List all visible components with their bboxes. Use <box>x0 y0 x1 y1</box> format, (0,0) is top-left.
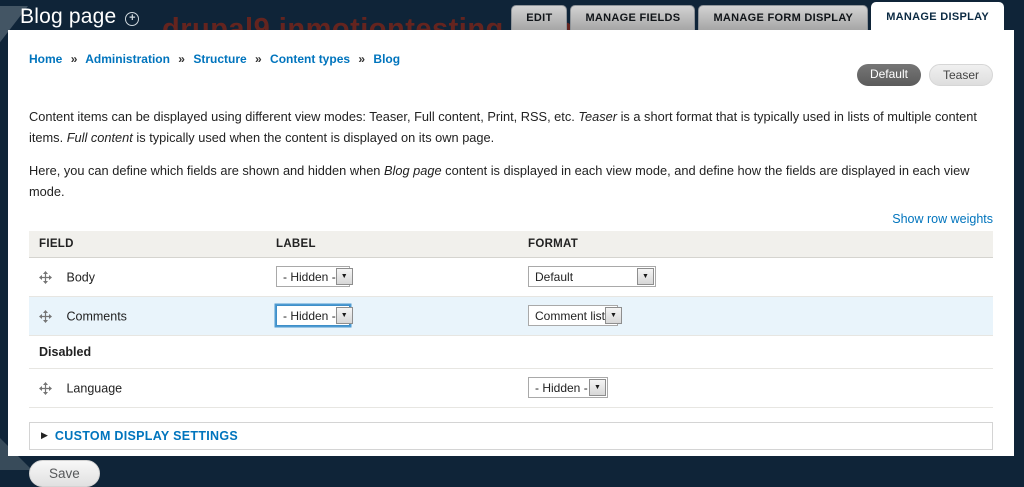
view-mode-teaser[interactable]: Teaser <box>928 64 993 86</box>
intro-text-italic: Blog page <box>383 163 442 179</box>
field-name: Comments <box>66 309 127 324</box>
breadcrumb-structure[interactable]: Structure <box>193 52 246 66</box>
column-header-format: FORMAT <box>528 231 993 258</box>
drag-handle-icon[interactable] <box>39 309 52 323</box>
view-mode-default[interactable]: Default <box>856 64 921 86</box>
intro-paragraph-1: Content items can be displayed using dif… <box>29 106 993 148</box>
table-row-disabled-section: Disabled <box>29 335 993 369</box>
page-title-text: Blog page <box>20 5 117 28</box>
chevron-down-icon: ▼ <box>335 268 353 286</box>
chevron-down-icon: ▼ <box>637 268 654 286</box>
table-row-body: Body - Hidden - ▼ Default ▼ <box>29 257 993 297</box>
row-weights-toggle: Show row weights <box>29 212 993 226</box>
content-panel: Home » Administration » Structure » Cont… <box>8 30 1014 487</box>
primary-tabs: EDIT MANAGE FIELDS MANAGE FORM DISPLAY M… <box>511 0 1004 30</box>
drag-handle-icon[interactable] <box>39 381 52 395</box>
label-select-comments[interactable]: - Hidden - ▼ <box>276 305 353 327</box>
breadcrumb-separator: » <box>70 52 78 66</box>
table-row-comments: Comments - Hidden - ▼ Comment list ▼ <box>29 296 993 336</box>
custom-display-settings-link[interactable]: CUSTOM DISPLAY SETTINGS <box>55 429 238 443</box>
chevron-down-icon: ▼ <box>605 307 623 325</box>
breadcrumb-separator: » <box>255 52 262 66</box>
field-display-table: FIELD LABEL FORMAT Body - Hidden - ▼ Defa… <box>29 231 993 408</box>
chevron-down-icon: ▼ <box>335 307 353 325</box>
tab-manage-display[interactable]: MANAGE DISPLAY <box>871 2 1004 30</box>
view-mode-switcher: Default Teaser <box>856 64 993 86</box>
intro-text: Here, you can define which fields are sh… <box>29 163 384 179</box>
select-value: - Hidden - <box>535 380 588 395</box>
intro-text-italic: Teaser <box>578 109 618 124</box>
format-select-comments[interactable]: Comment list ▼ <box>528 305 623 327</box>
chevron-down-icon: ▼ <box>589 379 606 397</box>
table-header-row: FIELD LABEL FORMAT <box>29 231 993 258</box>
tab-edit[interactable]: EDIT <box>511 5 568 30</box>
select-value: - Hidden - <box>283 269 336 284</box>
select-value: - Hidden - <box>283 308 336 323</box>
format-select-body[interactable]: Default ▼ <box>528 266 656 288</box>
page-title: Blog page + <box>20 5 140 29</box>
intro-text: Content items can be displayed using dif… <box>29 109 579 124</box>
intro-text: is typically used when the content is di… <box>132 130 495 146</box>
breadcrumb-separator: » <box>178 52 185 66</box>
format-select-language[interactable]: - Hidden - ▼ <box>528 377 608 399</box>
drag-handle-icon[interactable] <box>39 270 52 284</box>
breadcrumb-home[interactable]: Home <box>29 52 62 66</box>
select-value: Comment list <box>535 308 606 323</box>
field-name: Language <box>66 381 123 396</box>
field-name: Body <box>66 270 95 285</box>
collapsed-arrow-icon: ▶ <box>41 430 48 441</box>
column-header-field: FIELD <box>29 231 276 258</box>
breadcrumb: Home » Administration » Structure » Cont… <box>29 52 993 66</box>
tab-manage-form-display[interactable]: MANAGE FORM DISPLAY <box>698 5 869 30</box>
save-button[interactable]: Save <box>29 459 100 487</box>
tab-manage-fields[interactable]: MANAGE FIELDS <box>570 5 696 30</box>
breadcrumb-administration[interactable]: Administration <box>85 52 170 66</box>
label-select-body[interactable]: - Hidden - ▼ <box>276 266 353 288</box>
breadcrumb-separator: » <box>358 52 366 66</box>
breadcrumb-content-types[interactable]: Content types <box>270 52 350 66</box>
intro-paragraph-2: Here, you can define which fields are sh… <box>29 160 993 202</box>
breadcrumb-blog[interactable]: Blog <box>373 52 400 66</box>
show-row-weights-link[interactable]: Show row weights <box>892 212 993 226</box>
intro-text-italic: Full content <box>66 130 133 146</box>
custom-display-settings-fieldset[interactable]: ▶ CUSTOM DISPLAY SETTINGS <box>29 421 993 450</box>
table-row-language: Language - Hidden - ▼ <box>29 368 993 408</box>
add-shortcut-icon[interactable]: + <box>125 11 140 26</box>
column-header-label: LABEL <box>276 231 528 258</box>
select-value: Default <box>535 269 574 284</box>
section-title: Disabled <box>39 344 92 359</box>
